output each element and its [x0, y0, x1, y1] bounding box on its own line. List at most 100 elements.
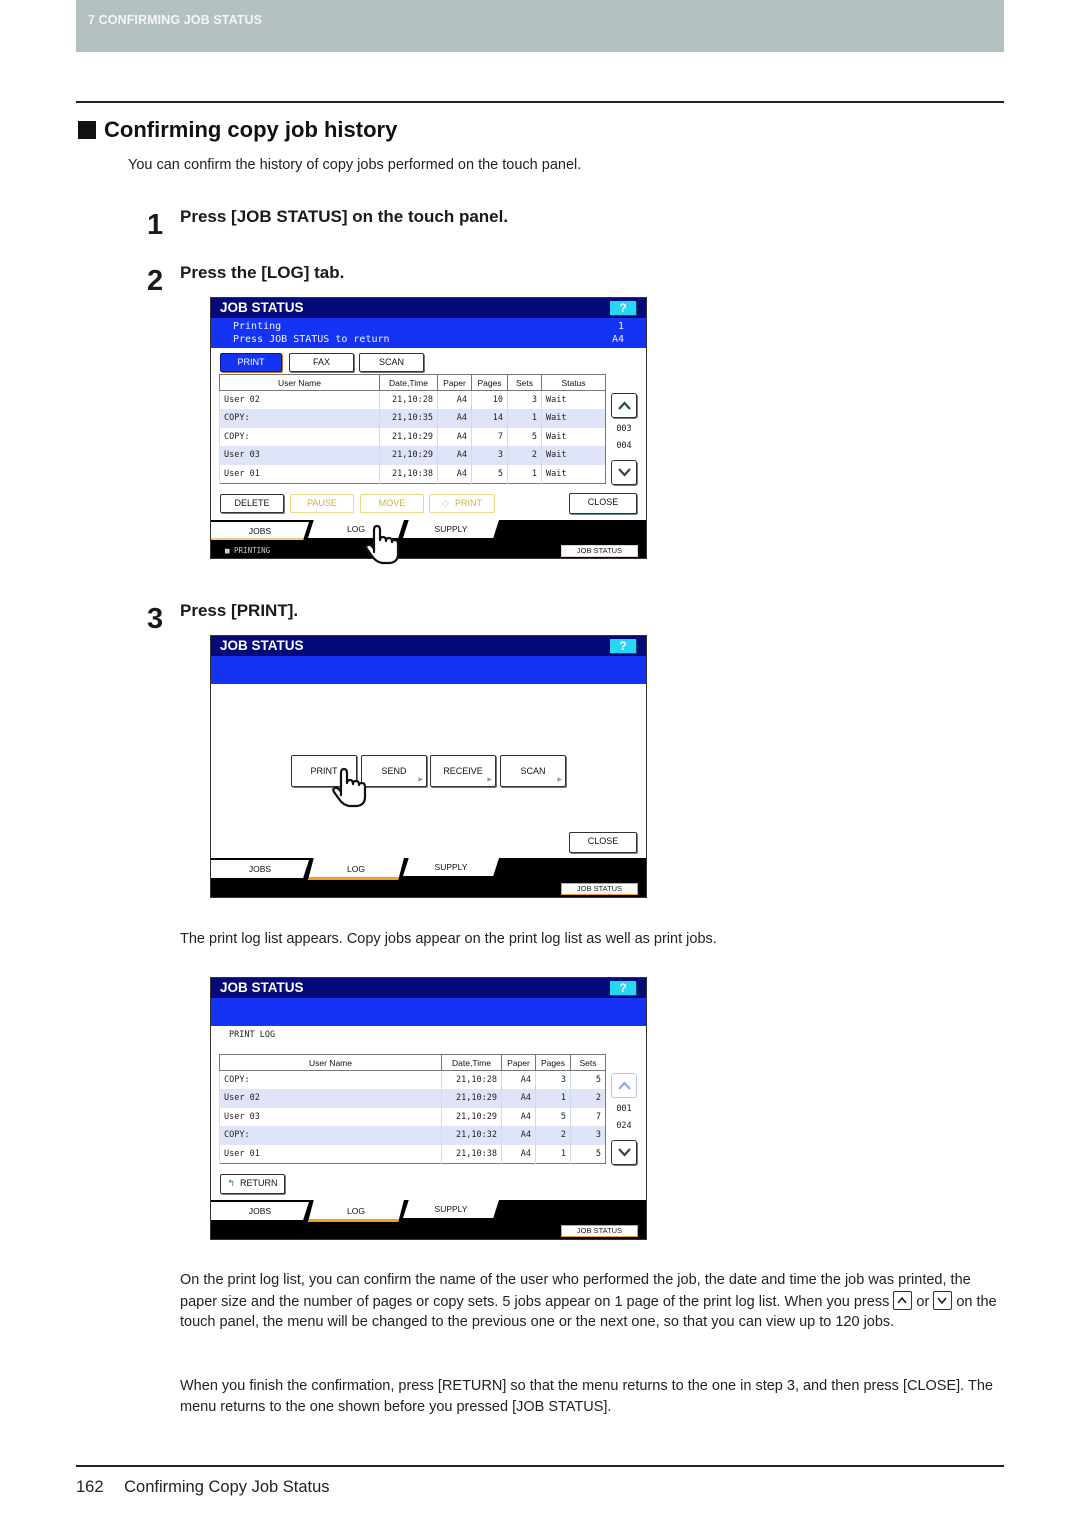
page-down-button[interactable] [611, 1140, 637, 1165]
page-up-button[interactable] [611, 393, 637, 418]
table-row[interactable]: COPY: 21,10:29 A4 7 5 Wait [219, 427, 606, 446]
body-text-or: or [916, 1293, 930, 1310]
cell-datetime: 21,10:38 [441, 1144, 502, 1163]
bottom-tab-bar: JOBS LOG SUPPLY JOB STATUS [211, 858, 646, 897]
close-button[interactable]: CLOSE [569, 493, 637, 514]
job-status-button[interactable]: JOB STATUS [561, 1225, 638, 1237]
after-step3-text: The print log list appears. Copy jobs ap… [180, 931, 717, 947]
cell-pages: 5 [471, 464, 508, 483]
job-status-button[interactable]: JOB STATUS [561, 545, 638, 557]
help-button[interactable]: ? [610, 639, 636, 653]
col-user-name: User Name [219, 374, 380, 391]
chevron-up-icon [618, 1081, 631, 1090]
table-row[interactable]: User 03 21,10:29 A4 3 2 Wait [219, 446, 606, 465]
return-button[interactable]: ↰ RETURN [220, 1174, 285, 1194]
bottom-rule [76, 1465, 1004, 1467]
page-down-button[interactable] [611, 460, 637, 485]
intro-text: You can confirm the history of copy jobs… [128, 157, 582, 173]
log-scan-button[interactable]: SCAN ▶ [500, 755, 566, 787]
cell-pages: 1 [535, 1144, 571, 1163]
pause-button[interactable]: PAUSE [290, 494, 354, 513]
tab-jobs[interactable]: JOBS [211, 860, 309, 878]
square-bullet-icon [78, 121, 96, 139]
step-text: Press [JOB STATUS] on the touch panel. [180, 207, 509, 226]
return-arrow-icon: ↰ [227, 1178, 236, 1188]
cell-sets: 7 [570, 1107, 606, 1126]
cell-user: User 03 [219, 446, 380, 465]
cell-sets: 2 [507, 446, 542, 465]
cell-user: User 02 [219, 390, 380, 409]
col-pages: Pages [471, 374, 508, 391]
section-title-text: Confirming copy job history [104, 117, 398, 142]
print-type-tab[interactable]: PRINT [220, 353, 282, 372]
cell-pages: 2 [535, 1126, 571, 1145]
printing-status: ▩ PRINTING [225, 546, 271, 555]
cell-pages: 5 [535, 1107, 571, 1126]
tab-supply[interactable]: SUPPLY [403, 1200, 499, 1218]
up-key-icon [893, 1290, 913, 1310]
job-status-panel-print-log: JOB STATUS ? PRINT LOG User Name Date,Ti… [210, 977, 647, 1240]
cell-paper: A4 [437, 390, 472, 409]
col-date-time: Date,Time [379, 374, 438, 391]
cell-paper: A4 [437, 409, 472, 428]
cell-datetime: 21,10:29 [441, 1089, 502, 1108]
message-line-1: Printing [233, 321, 282, 332]
message-area [211, 656, 646, 684]
table-header-row: User Name Date,Time Paper Pages Sets Sta… [219, 374, 606, 391]
tab-jobs[interactable]: JOBS [211, 522, 309, 540]
page-footer: 162 Confirming Copy Job Status [76, 1478, 330, 1497]
help-button[interactable]: ? [610, 301, 636, 315]
cell-sets: 5 [507, 427, 542, 446]
cell-pages: 10 [471, 390, 508, 409]
footer-title: Confirming Copy Job Status [124, 1478, 330, 1496]
step-1: 1 Press [JOB STATUS] on the touch panel. [147, 206, 508, 240]
table-row[interactable]: User 01 21,10:38 A4 5 1 Wait [219, 464, 606, 483]
cell-pages: 7 [471, 427, 508, 446]
cell-pages: 1 [535, 1089, 571, 1108]
down-key-icon [933, 1290, 953, 1310]
page-up-button[interactable] [611, 1073, 637, 1098]
cell-status: Wait [541, 464, 606, 483]
step-number: 2 [147, 265, 164, 297]
cell-user: COPY: [219, 427, 380, 446]
tab-supply[interactable]: SUPPLY [403, 520, 499, 538]
fax-type-tab[interactable]: FAX [289, 353, 354, 372]
help-button[interactable]: ? [610, 981, 636, 995]
message-paper: A4 [611, 334, 624, 345]
scan-type-tab[interactable]: SCAN [359, 353, 424, 372]
tab-jobs[interactable]: JOBS [211, 1202, 309, 1220]
cell-sets: 1 [507, 464, 542, 483]
return-label: RETURN [240, 1178, 278, 1188]
chevron-up-icon [618, 401, 631, 410]
step-2: 2 Press the [LOG] tab. [147, 262, 344, 296]
tab-log[interactable]: LOG [308, 1200, 404, 1222]
cell-pages: 3 [471, 446, 508, 465]
job-status-button[interactable]: JOB STATUS [561, 883, 638, 895]
delete-button[interactable]: DELETE [220, 494, 284, 513]
body-text-a: On the print log list, you can confirm t… [180, 1272, 971, 1310]
cell-datetime: 21,10:28 [441, 1070, 502, 1089]
print-button[interactable]: ◇ PRINT [429, 494, 495, 513]
jobs-table: User Name Date,Time Paper Pages Sets Sta… [219, 374, 606, 484]
message-area [211, 998, 646, 1026]
table-row[interactable]: COPY: 21,10:35 A4 14 1 Wait [219, 409, 606, 428]
hand-pointer-icon [332, 767, 367, 808]
panel-title: JOB STATUS [220, 980, 304, 995]
move-button[interactable]: MOVE [360, 494, 424, 513]
close-button[interactable]: CLOSE [569, 832, 637, 853]
job-status-panel-log-menu: JOB STATUS ? PRINT SEND ▶ RECEIVE ▶ SCAN ▶ … [210, 635, 647, 898]
tab-supply[interactable]: SUPPLY [403, 858, 499, 876]
log-receive-button[interactable]: RECEIVE ▶ [430, 755, 496, 787]
body-paragraph-1: On the print log list, you can confirm t… [180, 1270, 1005, 1333]
table-header-row: User Name Date,Time Paper Pages Sets [219, 1054, 606, 1071]
tab-log[interactable]: LOG [308, 858, 404, 880]
message-line-2: Press JOB STATUS to return [233, 334, 390, 345]
log-send-button[interactable]: SEND ▶ [361, 755, 427, 787]
chevron-down-icon [618, 468, 631, 477]
cell-datetime: 21,10:38 [379, 464, 438, 483]
col-paper: Paper [501, 1054, 536, 1071]
table-row[interactable]: User 02 21,10:28 A4 10 3 Wait [219, 390, 606, 409]
step-text: Press [PRINT]. [180, 601, 299, 620]
panel-title-bar: JOB STATUS ? [211, 636, 646, 656]
diamond-icon: ◇ [442, 498, 449, 508]
